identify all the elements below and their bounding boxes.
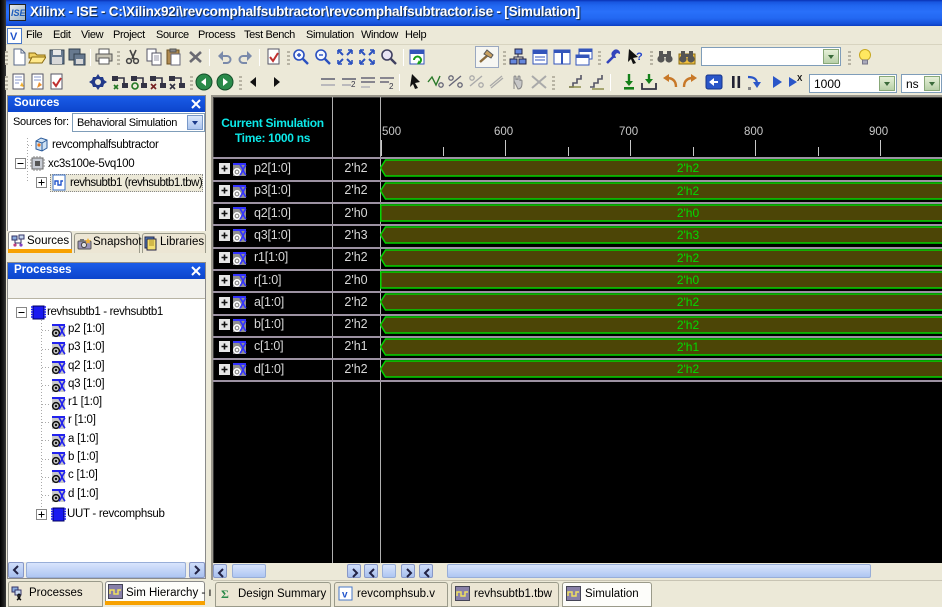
svg-text:2'h0: 2'h0 bbox=[677, 206, 700, 220]
svg-text:2: 2 bbox=[351, 80, 356, 89]
svg-text:?: ? bbox=[636, 51, 643, 63]
svg-text:v: v bbox=[342, 590, 348, 601]
svg-text:V: V bbox=[10, 31, 18, 43]
svg-text:2'h3: 2'h3 bbox=[677, 228, 700, 242]
svg-text:2'h2: 2'h2 bbox=[677, 295, 700, 309]
svg-text:2'h2: 2'h2 bbox=[677, 318, 700, 332]
svg-text:2'h0: 2'h0 bbox=[677, 273, 700, 287]
svg-text:Σ: Σ bbox=[221, 587, 229, 601]
svg-text:2'h2: 2'h2 bbox=[677, 362, 700, 376]
svg-text:2: 2 bbox=[389, 82, 394, 91]
svg-text:2'h2: 2'h2 bbox=[677, 251, 700, 265]
svg-text:2'h2: 2'h2 bbox=[677, 184, 700, 198]
svg-text:2'h2: 2'h2 bbox=[677, 161, 700, 175]
svg-text:2'h1: 2'h1 bbox=[677, 340, 700, 354]
svg-text:X: X bbox=[797, 74, 803, 83]
svg-text:ISE: ISE bbox=[11, 8, 25, 18]
